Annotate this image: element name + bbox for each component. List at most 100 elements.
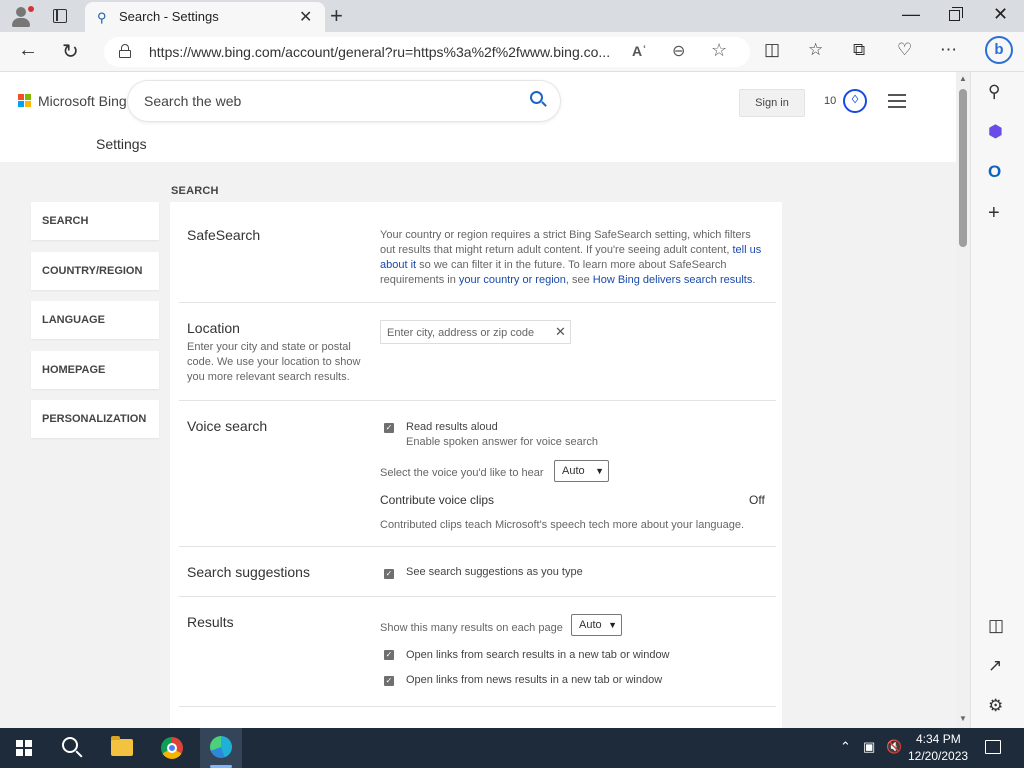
url-text[interactable]: https://www.bing.com/account/general?ru=… — [149, 44, 610, 60]
side-nav-search[interactable]: SEARCH — [31, 202, 159, 240]
clock-time[interactable]: 4:34 PM — [916, 732, 961, 746]
more-menu-icon[interactable]: ⋯ — [940, 40, 957, 60]
location-input[interactable] — [387, 325, 547, 340]
favorite-star-icon[interactable]: ☆ — [711, 40, 727, 61]
read-aloud-checkbox[interactable]: ✓ — [384, 423, 394, 433]
windows-start-icon[interactable] — [16, 740, 32, 756]
tab-actions-icon[interactable] — [53, 9, 67, 23]
new-tab-icon[interactable]: + — [330, 3, 343, 29]
address-bar[interactable]: https://www.bing.com/account/general?ru=… — [104, 37, 750, 67]
search-suggestions-checkbox[interactable]: ✓ — [384, 569, 394, 579]
country-region-link[interactable]: your country or region — [459, 274, 566, 286]
location-description: Enter your city and state or postal code… — [187, 341, 361, 383]
bing-search-favicon-icon: ⚲ — [97, 10, 107, 25]
bing-copilot-icon[interactable]: b — [985, 36, 1013, 64]
file-explorer-icon[interactable] — [111, 736, 133, 756]
results-per-page-value: Auto — [579, 619, 602, 631]
read-aloud-description: Enable spoken answer for voice search — [406, 436, 598, 448]
contribute-voice-title: Contribute voice clips — [380, 493, 495, 507]
tray-overflow-icon[interactable]: ⌃ — [840, 739, 851, 755]
collections-icon[interactable]: ⧉ — [853, 40, 865, 60]
network-icon[interactable]: ▣ — [863, 739, 875, 755]
browser-essentials-icon[interactable]: ♡ — [897, 40, 912, 60]
sidebar-add-icon[interactable]: + — [988, 202, 1000, 225]
hamburger-menu-icon[interactable] — [888, 94, 906, 108]
restore-icon[interactable] — [949, 7, 963, 21]
close-window-icon[interactable]: ✕ — [993, 4, 1008, 25]
chrome-icon[interactable] — [161, 737, 183, 759]
results-per-page-select[interactable]: Auto ▼ — [571, 614, 622, 636]
rewards-trophy-icon[interactable]: ♢ — [843, 89, 867, 113]
settings-panel: SafeSearch Your country or region requir… — [170, 202, 782, 728]
location-field[interactable]: ✕ — [380, 320, 571, 344]
scroll-up-icon[interactable]: ▲ — [959, 74, 967, 83]
search-input[interactable] — [144, 91, 514, 111]
open-search-new-tab-checkbox[interactable]: ✓ — [384, 650, 394, 660]
sidebar-office-icon[interactable]: ⬢ — [988, 122, 1003, 142]
open-news-new-tab-checkbox[interactable]: ✓ — [384, 676, 394, 686]
read-aloud-label[interactable]: Read results aloud — [406, 421, 498, 433]
how-bing-delivers-link[interactable]: How Bing delivers search results — [593, 274, 753, 286]
notifications-icon[interactable] — [985, 740, 1001, 754]
location-title: Location — [187, 320, 240, 336]
voice-select-value: Auto — [562, 465, 585, 477]
search-box[interactable] — [128, 81, 560, 121]
sidebar-external-link-icon[interactable]: ↗ — [988, 656, 1002, 676]
taskbar-search-icon[interactable] — [62, 737, 78, 753]
page-content: Microsoft Bing Sign in 10 ♢ Settings SEA… — [0, 72, 956, 728]
lock-icon[interactable] — [119, 44, 131, 58]
chevron-down-icon: ▼ — [608, 620, 617, 630]
divider — [179, 596, 776, 597]
voice-select-label: Select the voice you'd like to hear — [380, 467, 544, 479]
minimize-icon[interactable]: — — [902, 4, 920, 25]
refresh-icon[interactable]: ↻ — [62, 39, 79, 64]
edge-icon[interactable] — [210, 736, 232, 758]
safesearch-text-part: . — [752, 274, 756, 286]
close-tab-icon[interactable]: ✕ — [299, 7, 312, 27]
back-icon[interactable]: ← — [18, 39, 38, 62]
split-screen-icon[interactable]: ◫ — [764, 40, 780, 60]
bing-logo-text[interactable]: Microsoft Bing — [38, 93, 127, 109]
sidebar-panel-icon[interactable]: ◫ — [988, 616, 1004, 636]
side-nav-language[interactable]: LANGUAGE — [31, 301, 159, 339]
open-news-new-tab-label[interactable]: Open links from news results in a new ta… — [406, 674, 662, 686]
safesearch-text-part: Your country or region requires a strict… — [380, 229, 751, 256]
volume-muted-icon[interactable]: 🔇 — [886, 739, 902, 755]
clock-date[interactable]: 12/20/2023 — [908, 749, 968, 763]
taskbar-edge-item[interactable] — [200, 728, 242, 768]
profile-icon[interactable] — [10, 6, 34, 28]
windows-taskbar: ⌃ ▣ 🔇 4:34 PM 12/20/2023 — [0, 728, 1024, 768]
clear-icon[interactable]: ✕ — [555, 324, 566, 340]
results-title: Results — [187, 614, 234, 630]
favorites-icon[interactable]: ☆ — [808, 40, 823, 60]
results-per-page-label: Show this many results on each page — [380, 622, 563, 634]
side-nav-country-region[interactable]: COUNTRY/REGION — [31, 252, 159, 290]
browser-tab[interactable]: ⚲ Search - Settings ✕ — [85, 2, 325, 32]
voice-select[interactable]: Auto ▼ — [554, 460, 609, 482]
rewards-count[interactable]: 10 — [824, 95, 836, 107]
scroll-down-icon[interactable]: ▼ — [959, 714, 967, 723]
page-scrollbar[interactable]: ▲ ▼ — [956, 72, 970, 728]
zoom-out-icon[interactable]: ⊖ — [672, 41, 685, 61]
section-heading: SEARCH — [171, 185, 219, 197]
sidebar-settings-icon[interactable]: ⚙ — [988, 696, 1003, 716]
divider — [179, 400, 776, 401]
search-suggestions-title: Search suggestions — [187, 564, 310, 580]
sidebar-search-icon[interactable]: ⚲ — [988, 82, 1000, 102]
open-search-new-tab-label[interactable]: Open links from search results in a new … — [406, 649, 670, 661]
safesearch-title: SafeSearch — [187, 227, 261, 243]
sign-in-button[interactable]: Sign in — [739, 89, 805, 117]
side-nav-personalization[interactable]: PERSONALIZATION — [31, 400, 159, 438]
navigation-bar: ← ↻ https://www.bing.com/account/general… — [0, 32, 1024, 72]
search-icon[interactable] — [530, 91, 548, 109]
contribute-voice-toggle[interactable]: Off — [749, 493, 765, 507]
sidebar-outlook-icon[interactable]: O — [988, 162, 1001, 182]
title-bar: ⚲ Search - Settings ✕ + — ✕ — [0, 0, 1024, 32]
side-nav-homepage[interactable]: HOMEPAGE — [31, 351, 159, 389]
read-aloud-icon[interactable]: Aʿ — [632, 43, 647, 59]
search-suggestions-label[interactable]: See search suggestions as you type — [406, 566, 583, 578]
edge-sidebar: ⚲ ⬢ O + ◫ ↗ ⚙ — [970, 72, 1024, 728]
microsoft-logo-icon[interactable] — [18, 94, 32, 108]
scrollbar-thumb[interactable] — [959, 89, 967, 247]
divider — [179, 706, 776, 707]
